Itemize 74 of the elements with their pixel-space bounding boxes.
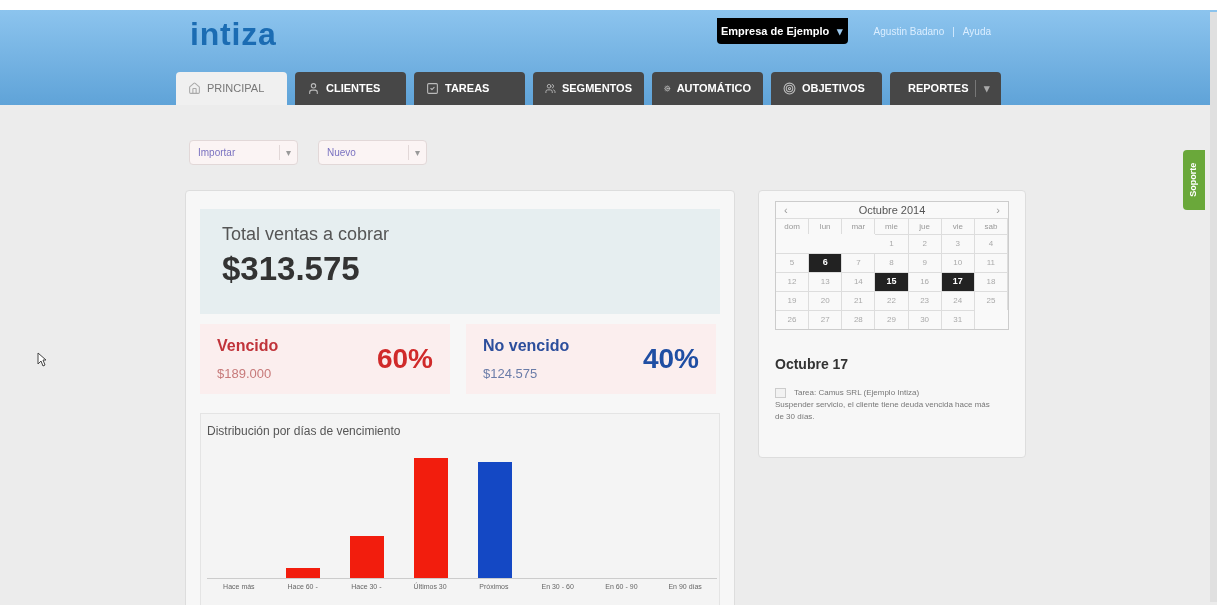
- calendar-day[interactable]: 29: [875, 310, 909, 329]
- share-label: Vencido: [217, 336, 280, 357]
- weekday-label: sab: [974, 218, 1008, 234]
- agenda-date: Octubre 17: [775, 355, 850, 374]
- weekday-label: dom: [776, 218, 810, 234]
- separator: |: [952, 25, 955, 39]
- calendar-day[interactable]: 22: [875, 291, 909, 310]
- next-month-button[interactable]: ›: [996, 201, 1000, 219]
- calendar-day[interactable]: 18: [974, 272, 1008, 291]
- calendar-day[interactable]: 4: [974, 234, 1008, 253]
- calendar-day[interactable]: 7: [842, 253, 876, 272]
- total-value: $313.575: [222, 249, 361, 289]
- calendar-day[interactable]: 20: [809, 291, 843, 310]
- calendar-day[interactable]: 15: [875, 272, 909, 291]
- cursor-icon: [37, 352, 47, 367]
- nav-tab[interactable]: CLIENTES: [295, 72, 406, 105]
- bar: [350, 536, 384, 578]
- chart-title: Distribución por días de vencimiento: [207, 423, 402, 440]
- nav-tab[interactable]: REPORTES ▾: [890, 72, 1001, 105]
- task-description: Suspender servicio, el cliente tiene deuda vencida hace más de 30 días.: [775, 399, 991, 423]
- share-percent: 60%: [376, 342, 433, 376]
- task-title: Tarea: Camus SRL (Ejemplo Intiza): [794, 387, 920, 399]
- calendar-day[interactable]: 27: [809, 310, 843, 329]
- share-percent: 40%: [642, 342, 699, 376]
- home-icon: [188, 82, 201, 95]
- target-icon: [783, 82, 796, 95]
- calendar-day[interactable]: 31: [941, 310, 975, 329]
- previous-month-button[interactable]: ‹: [784, 201, 788, 219]
- calendar-day[interactable]: 17: [941, 272, 975, 291]
- user-icon: [307, 82, 320, 95]
- support-tab[interactable]: Soporte: [1183, 150, 1205, 210]
- bar: [286, 568, 320, 578]
- weekday-label: mar: [842, 218, 876, 234]
- company-dropdown[interactable]: Empresa de Ejemplo ▾: [716, 18, 848, 44]
- share-amount: $189.000: [217, 365, 273, 384]
- nav-tab[interactable]: SEGMENTOS: [533, 72, 644, 105]
- calendar-day[interactable]: 1: [875, 234, 909, 253]
- dropdown-button[interactable]: Nuevo ▾: [318, 140, 427, 165]
- scrollbar[interactable]: [1210, 12, 1217, 602]
- calendar-day[interactable]: 6: [809, 253, 843, 272]
- logo[interactable]: intiza: [190, 18, 277, 50]
- task-checkbox[interactable]: [775, 388, 786, 398]
- calendar-day[interactable]: 3: [941, 234, 975, 253]
- nav-tab[interactable]: OBJETIVOS: [771, 72, 882, 105]
- share-label: No vencido: [483, 336, 571, 357]
- calendar-day[interactable]: 28: [842, 310, 876, 329]
- calendar-day[interactable]: 23: [908, 291, 942, 310]
- calendar-day[interactable]: 26: [776, 310, 810, 329]
- calendar-day[interactable]: 25: [974, 291, 1008, 310]
- calendar-day[interactable]: 12: [776, 272, 810, 291]
- users-icon: [545, 82, 556, 95]
- weekday-label: vie: [941, 218, 975, 234]
- dropdown-button[interactable]: Importar ▾: [189, 140, 298, 165]
- calendar-day[interactable]: 11: [974, 253, 1008, 272]
- calendar-day[interactable]: 24: [941, 291, 975, 310]
- calendar-day[interactable]: 16: [908, 272, 942, 291]
- help-link[interactable]: Ayuda: [962, 24, 991, 39]
- weekday-label: lun: [809, 218, 843, 234]
- nav-tab[interactable]: PRINCIPAL: [176, 72, 287, 105]
- total-label: Total ventas a cobrar: [222, 223, 391, 246]
- gear-icon: [664, 82, 671, 95]
- weekday-label: jue: [908, 218, 942, 234]
- month-title: Octubre 2014: [857, 202, 927, 218]
- calendar-day[interactable]: 21: [842, 291, 876, 310]
- calendar-day[interactable]: 13: [809, 272, 843, 291]
- user-link[interactable]: Agustin Badano: [873, 24, 945, 39]
- checkbox-icon: [426, 82, 439, 95]
- calendar-day[interactable]: 30: [908, 310, 942, 329]
- weekday-label: mie: [875, 218, 909, 234]
- calendar-day[interactable]: 2: [908, 234, 942, 253]
- calendar-day[interactable]: 19: [776, 291, 810, 310]
- nav-tab[interactable]: TAREAS: [414, 72, 525, 105]
- nav-tab[interactable]: AUTOMÁTICO: [652, 72, 763, 105]
- share-amount: $124.575: [483, 365, 539, 384]
